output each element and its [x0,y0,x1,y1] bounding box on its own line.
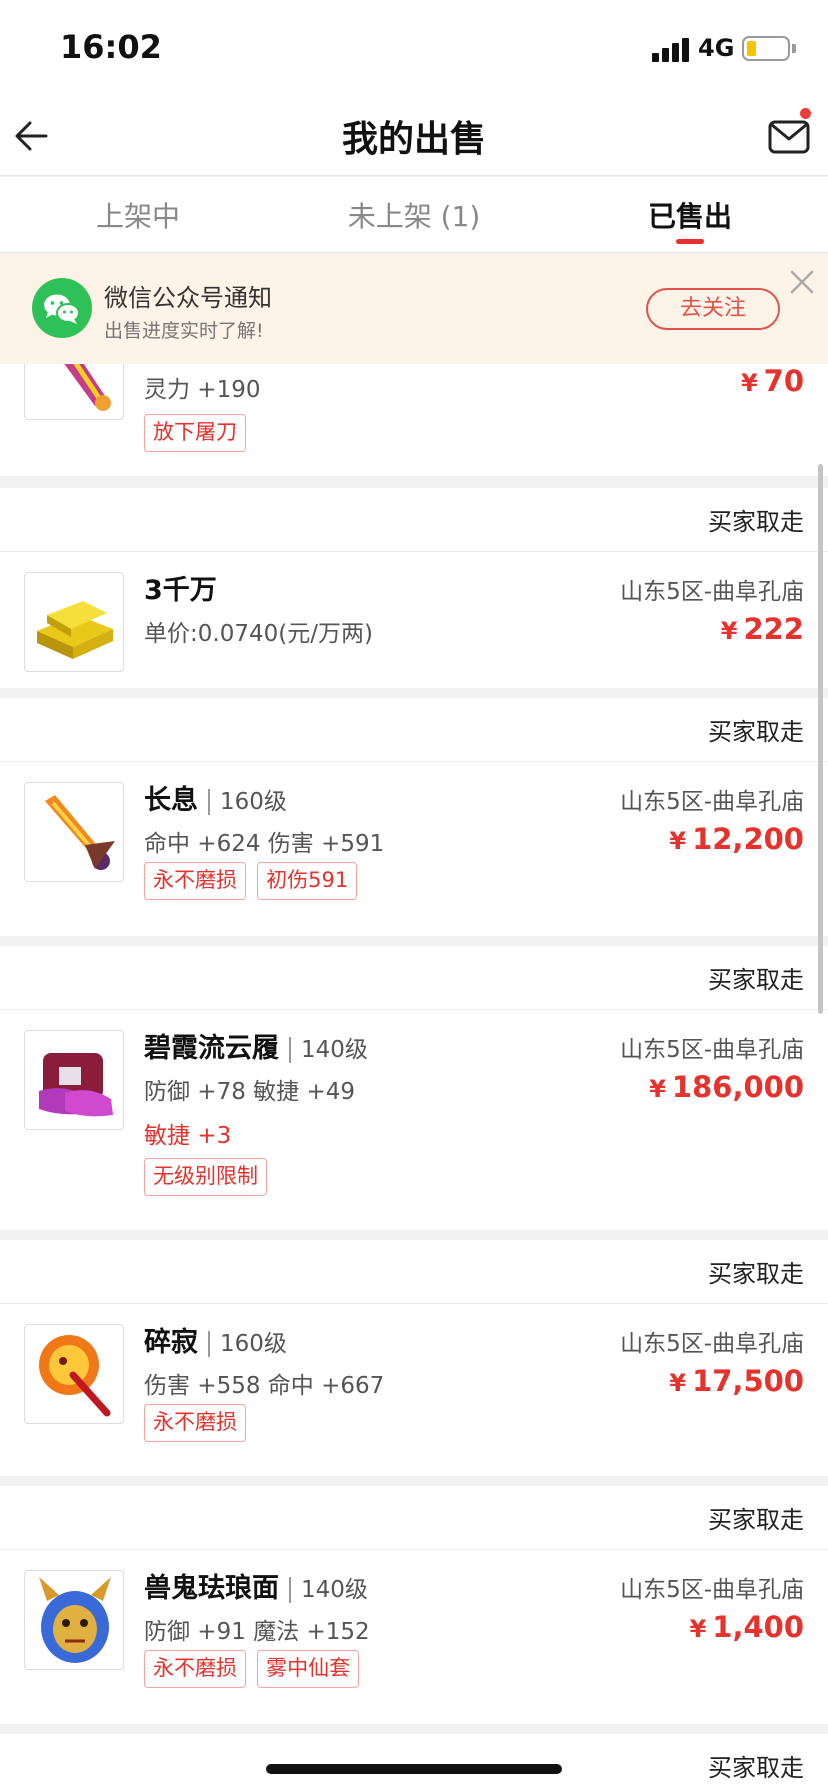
trade-status: 买家取走 [708,966,804,994]
tab-not-listed[interactable]: 未上架 (1) [276,195,552,235]
item-tag: 无级别限制 [144,1158,267,1196]
trade-status: 买家取走 [708,1506,804,1534]
item-price: ¥70 [740,364,804,398]
follow-button[interactable]: 去关注 [646,288,780,330]
sold-items-list: 灵力 +190 放下屠刀 ¥70 买家取走 3千万 单价:0.0740(元/万两… [0,364,828,1792]
item-level: 160级 [208,1331,287,1357]
home-indicator[interactable] [266,1764,562,1774]
item-attributes: 伤害 +558 命中 +667 [144,1373,385,1399]
item-tags: 无级别限制 [144,1158,273,1196]
card-header: 买家取走 [0,1734,828,1792]
tab-bar: 上架中 未上架 (1) 已售出 [0,177,828,253]
unread-dot [800,108,811,119]
item-name: 3千万 [144,575,217,606]
item-name: 兽鬼珐琅面 140级 [144,1573,368,1604]
wechat-notice-banner: 微信公众号通知 出售进度实时了解! 去关注 [0,254,828,364]
item-tag: 放下屠刀 [144,414,246,452]
item-name: 碎寂 160级 [144,1327,287,1358]
item-price: ¥12,200 [669,822,804,856]
item-tag: 永不磨损 [144,1404,246,1442]
card-header: 买家取走 [0,488,828,552]
item-attributes: 灵力 +190 [144,377,261,403]
item-level: 140级 [289,1577,368,1603]
active-tab-indicator [676,239,704,244]
trade-status: 买家取走 [708,508,804,536]
item-tags: 放下屠刀 [144,414,252,452]
item-price: ¥17,500 [669,1364,804,1398]
card-header: 买家取走 [0,1486,828,1550]
battery-icon [742,36,790,61]
item-server: 山东5区-曲阜孔庙 [620,1331,804,1357]
wechat-icon [32,278,92,338]
item-thumbnail [24,782,124,882]
sold-item-card[interactable]: 买家取走 长息 160级 命中 +624 伤害 +591 永不磨损 初伤591 山… [0,698,828,936]
trade-status: 买家取走 [708,718,804,746]
trade-status: 买家取走 [708,1754,804,1782]
item-name: 长息 160级 [144,785,287,816]
item-server: 山东5区-曲阜孔庙 [620,1577,804,1603]
item-server: 山东5区-曲阜孔庙 [620,579,804,605]
item-price: ¥1,400 [689,1610,804,1644]
scrollbar[interactable] [818,464,823,1014]
item-thumbnail [24,1030,124,1130]
card-header: 买家取走 [0,946,828,1010]
item-tags: 永不磨损 初伤591 [144,862,363,900]
item-tags: 永不磨损 [144,1404,252,1442]
item-tags: 永不磨损 雾中仙套 [144,1650,365,1688]
sold-item-card[interactable]: 买家取走 3千万 单价:0.0740(元/万两) 山东5区-曲阜孔庙 ¥222 [0,488,828,688]
item-price: ¥186,000 [649,1070,804,1104]
item-tag: 永不磨损 [144,1650,246,1688]
sold-item-card[interactable]: 买家取走 碧霞流云履 140级 防御 +78 敏捷 +49 敏捷 +3 无级别限制… [0,946,828,1230]
card-header: 买家取走 [0,1240,828,1304]
sold-item-card[interactable]: 买家取走 [0,1734,828,1792]
item-tag: 永不磨损 [144,862,246,900]
trade-status: 买家取走 [708,1260,804,1288]
item-attributes: 命中 +624 伤害 +591 [144,831,385,857]
tab-sold[interactable]: 已售出 [552,195,828,235]
item-thumbnail [24,364,124,420]
item-thumbnail [24,1324,124,1424]
sold-item-card[interactable]: 灵力 +190 放下屠刀 ¥70 [0,364,828,476]
page-title: 我的出售 [341,119,486,160]
item-level: 140级 [289,1037,368,1063]
item-price: ¥222 [720,612,804,646]
sold-item-card[interactable]: 买家取走 兽鬼珐琅面 140级 防御 +91 魔法 +152 永不磨损 雾中仙套 … [0,1486,828,1724]
status-time: 16:02 [60,28,162,66]
sold-item-card[interactable]: 买家取走 碎寂 160级 伤害 +558 命中 +667 永不磨损 山东5区-曲阜… [0,1240,828,1476]
item-level: 160级 [208,789,287,815]
item-name: 碧霞流云履 140级 [144,1033,368,1064]
item-server: 山东5区-曲阜孔庙 [620,789,804,815]
item-thumbnail [24,572,124,672]
item-special-attribute: 敏捷 +3 [144,1123,232,1149]
card-header: 买家取走 [0,698,828,762]
close-notice-button[interactable] [788,268,816,296]
notice-subtitle: 出售进度实时了解! [104,320,264,342]
item-tag: 雾中仙套 [257,1650,360,1688]
item-attributes: 防御 +78 敏捷 +49 [144,1079,356,1105]
item-attributes: 单价:0.0740(元/万两) [144,621,373,647]
item-thumbnail [24,1570,124,1670]
item-attributes: 防御 +91 魔法 +152 [144,1619,370,1645]
notice-title: 微信公众号通知 [104,284,272,312]
tab-on-sale[interactable]: 上架中 [0,195,276,235]
battery-cap [792,44,796,53]
signal-icon [652,38,692,62]
item-server: 山东5区-曲阜孔庙 [620,1037,804,1063]
status-bar: 16:02 4G [0,0,828,96]
item-tag: 初伤591 [257,862,358,900]
network-type: 4G [698,34,735,62]
close-icon [790,270,814,294]
nav-bar: 我的出售 [0,96,828,176]
